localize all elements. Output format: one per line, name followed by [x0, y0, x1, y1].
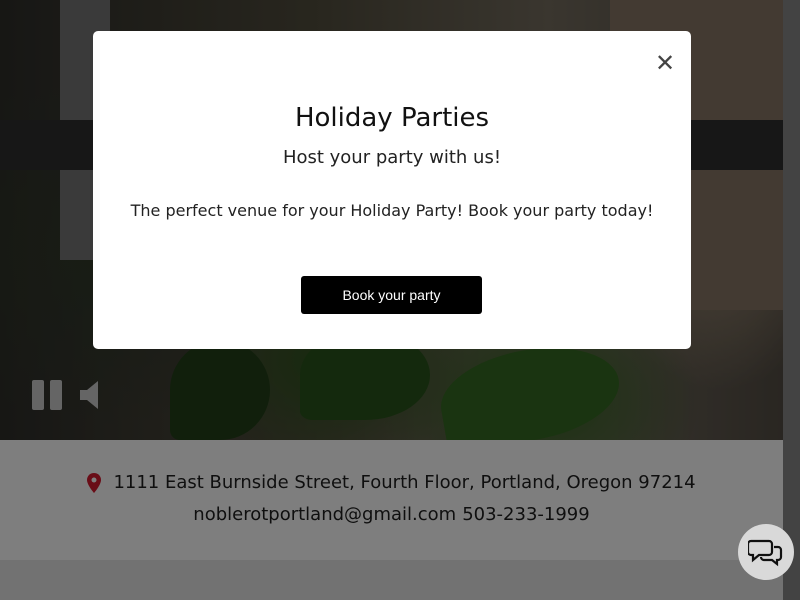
holiday-party-modal: ✕ Holiday Parties Host your party with u…	[93, 31, 691, 349]
modal-subtitle: Host your party with us!	[282, 147, 502, 168]
close-icon[interactable]: ✕	[653, 51, 677, 75]
book-party-button[interactable]: Book your party	[301, 276, 482, 314]
chat-bubbles-icon	[748, 539, 783, 567]
modal-body-text: The perfect venue for your Holiday Party…	[130, 201, 654, 220]
chat-button[interactable]	[738, 524, 794, 580]
modal-title: Holiday Parties	[294, 103, 490, 133]
